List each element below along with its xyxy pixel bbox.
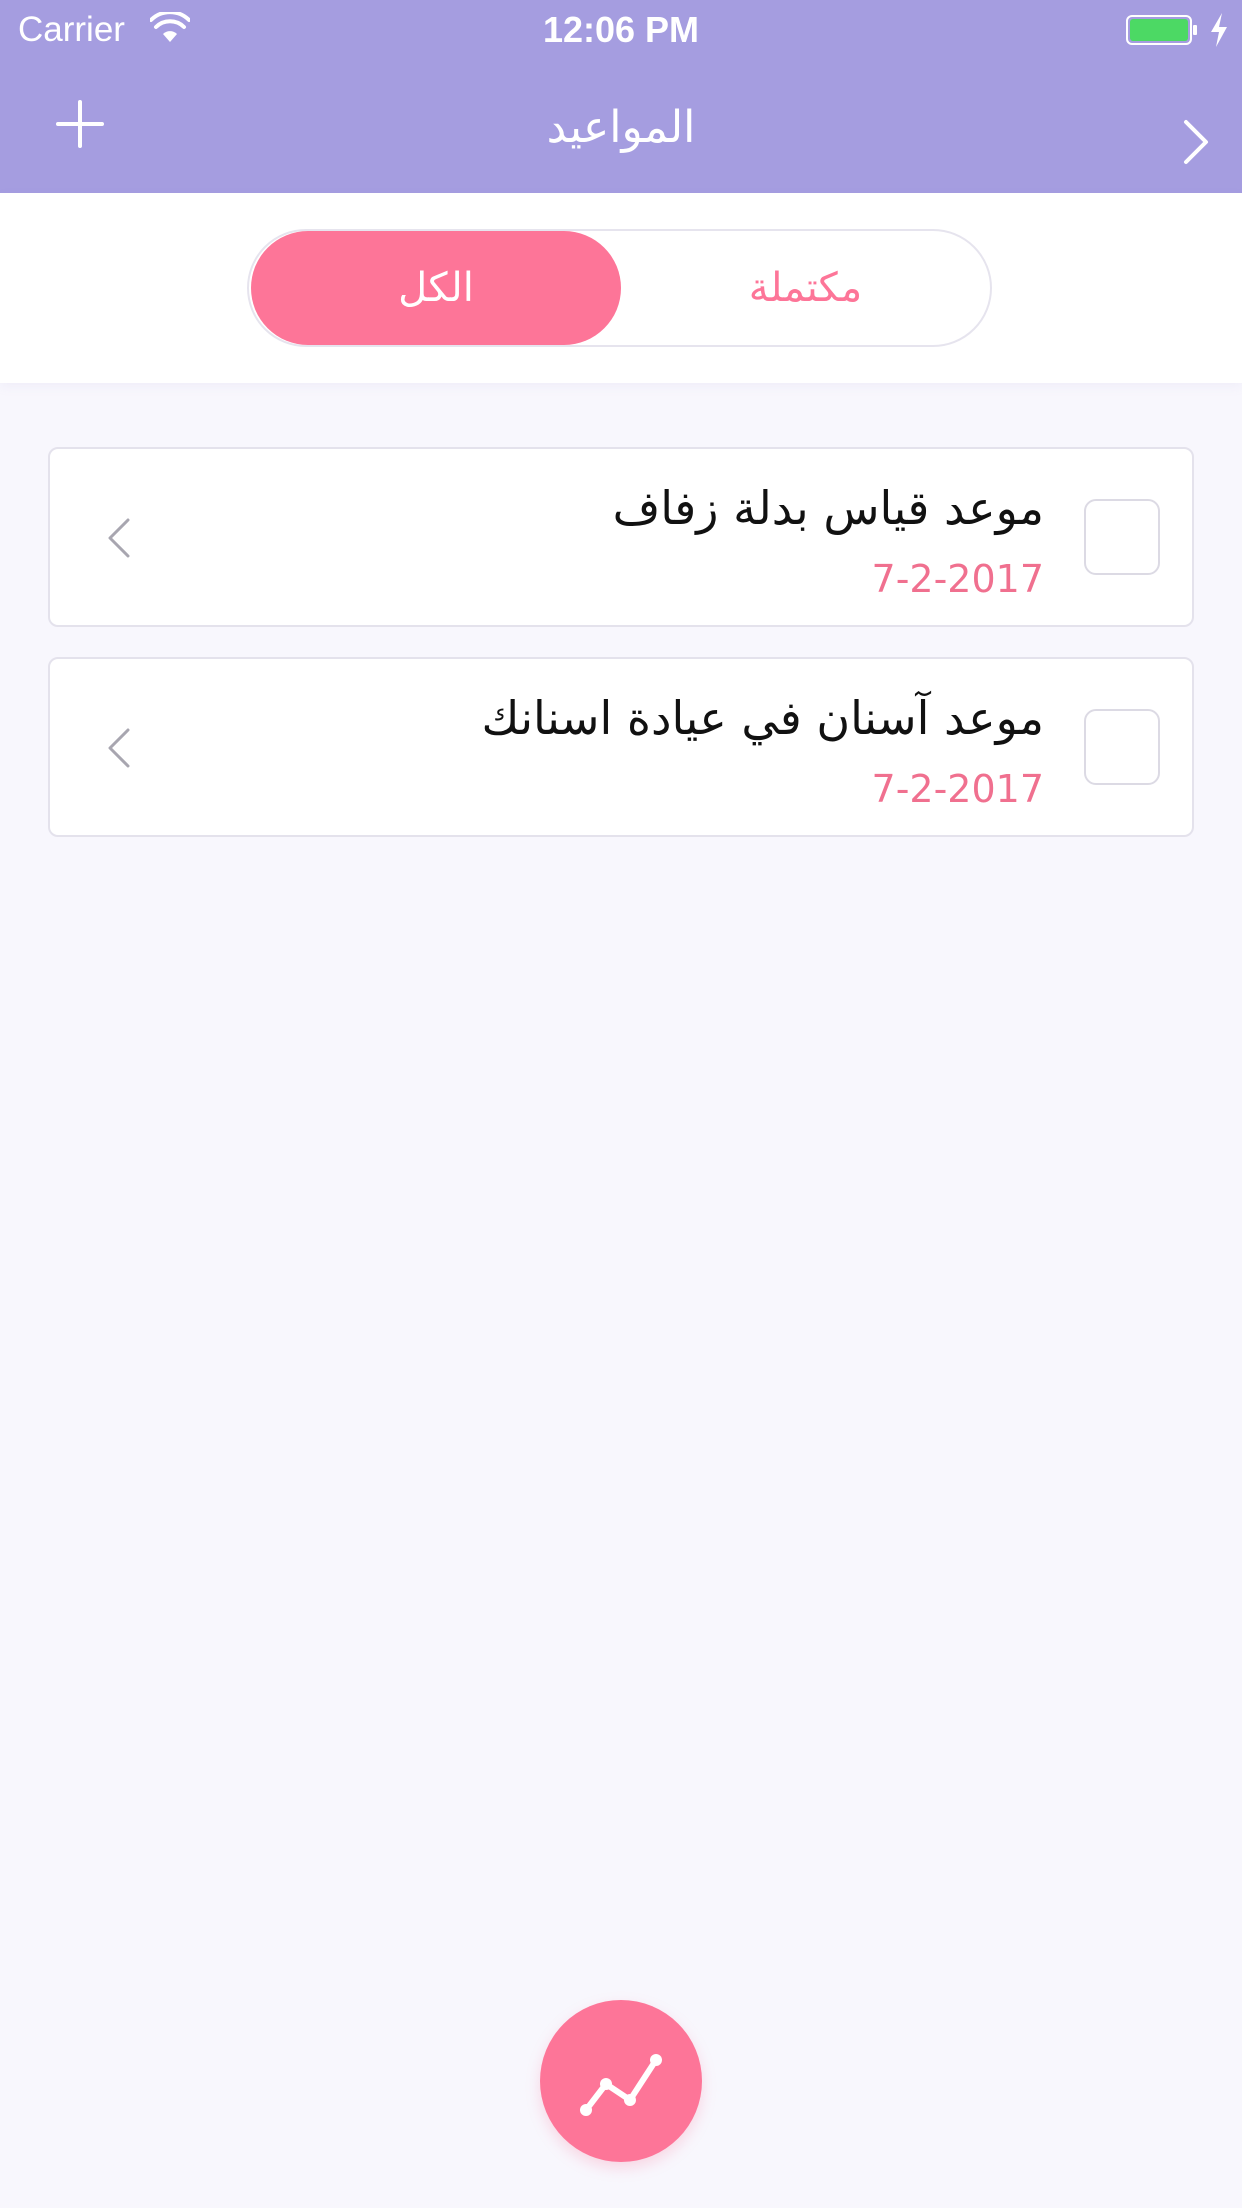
chevron-left-icon bbox=[108, 728, 130, 768]
chevron-right-icon[interactable] bbox=[1176, 116, 1216, 168]
segment-completed[interactable]: مكتملة bbox=[621, 231, 990, 345]
segment-all[interactable]: الكل bbox=[251, 231, 621, 345]
filter-bar: الكل مكتملة bbox=[0, 193, 1242, 383]
status-time: 12:06 PM bbox=[542, 9, 700, 50]
charging-bolt-icon bbox=[1211, 13, 1227, 47]
appointment-title: موعد قياس بدلة زفاف bbox=[612, 481, 1044, 535]
appointment-card[interactable]: موعد قياس بدلة زفاف 7-2-2017 bbox=[48, 447, 1194, 627]
chevron-left-icon bbox=[108, 518, 130, 558]
status-bar: Carrier 12:06 PM bbox=[0, 0, 1242, 60]
appointment-date: 7-2-2017 bbox=[871, 767, 1044, 811]
navigation-bar: المواعيد bbox=[0, 60, 1242, 193]
appointment-title: موعد آسنان في عيادة اسنانك bbox=[481, 691, 1044, 745]
appointment-card[interactable]: موعد آسنان في عيادة اسنانك 7-2-2017 bbox=[48, 657, 1194, 837]
appointment-date: 7-2-2017 bbox=[871, 557, 1044, 601]
stats-chart-icon bbox=[580, 2054, 662, 2116]
battery-icon bbox=[1126, 15, 1197, 45]
stats-button[interactable] bbox=[540, 2000, 702, 2162]
app-header: Carrier 12:06 PM المواعيد bbox=[0, 0, 1242, 193]
page-title: المواعيد bbox=[546, 102, 696, 153]
complete-checkbox[interactable] bbox=[1084, 499, 1160, 575]
appointments-list: موعد قياس بدلة زفاف 7-2-2017 موعد آسنان … bbox=[48, 447, 1194, 867]
complete-checkbox[interactable] bbox=[1084, 709, 1160, 785]
segmented-control: الكل مكتملة bbox=[247, 229, 992, 347]
